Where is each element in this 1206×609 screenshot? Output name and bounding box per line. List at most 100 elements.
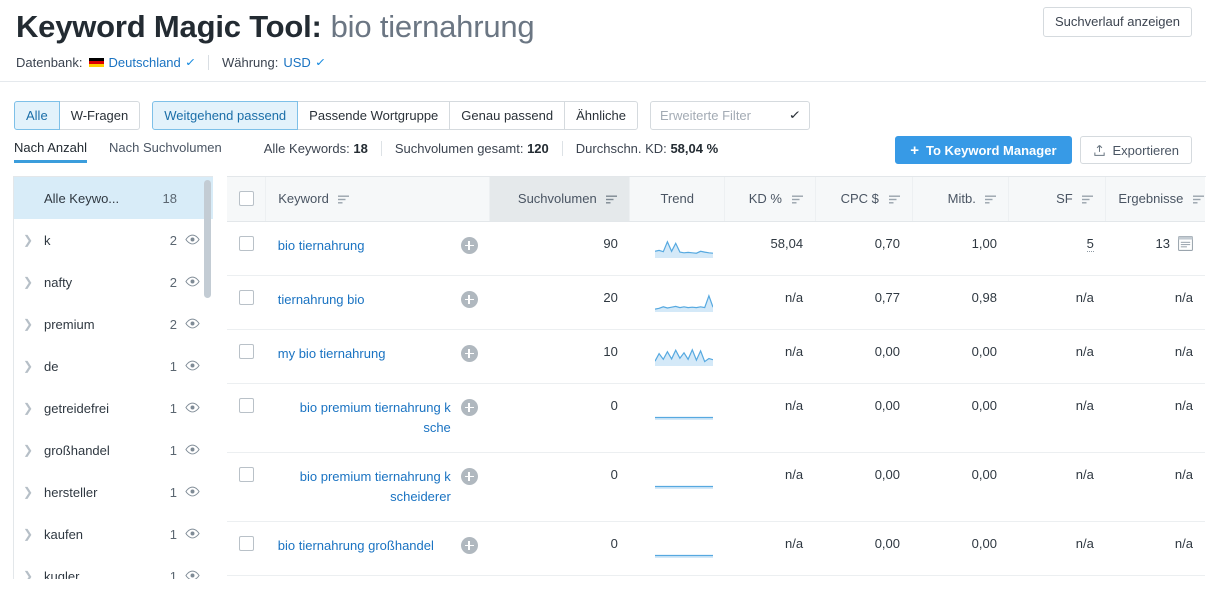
add-keyword-wrap[interactable]: [451, 344, 478, 365]
filter-genau-passend[interactable]: Genau passend: [449, 100, 566, 130]
cpc-cell: 0,00: [815, 383, 912, 453]
th-kd[interactable]: KD %: [724, 177, 816, 222]
sidebar-item-getreidefrei[interactable]: ❯ getreidefrei 1: [14, 387, 213, 429]
add-keyword-wrap[interactable]: [451, 236, 478, 257]
add-icon[interactable]: [460, 236, 478, 254]
sidebar-item-k[interactable]: ❯ k 2: [14, 219, 213, 261]
sf-value: n/a: [1075, 289, 1094, 305]
th-mitb[interactable]: Mitb.: [911, 177, 1009, 222]
currency-value[interactable]: USD: [283, 55, 310, 70]
table-row[interactable]: bio tiernahrung großhandel 0 n/a 0,00 0,00 n/…: [227, 521, 1205, 576]
row-checkbox[interactable]: [239, 289, 254, 305]
chevron-right-icon[interactable]: ❯: [14, 443, 42, 457]
results-value: n/a: [1174, 535, 1193, 551]
add-keyword-wrap[interactable]: [451, 467, 478, 488]
serp-report-icon[interactable]: [1178, 235, 1193, 251]
keyword-link[interactable]: bio tiernahrung großhandel: [278, 536, 434, 556]
chevron-right-icon[interactable]: ❯: [14, 527, 42, 541]
sidebar-item-kaufen[interactable]: ❯ kaufen 1: [14, 513, 213, 555]
export-button[interactable]: Exportieren: [1079, 136, 1192, 164]
table-row[interactable]: bio premium tiernahrung k scheiderer 0 n/a…: [227, 452, 1205, 522]
add-icon[interactable]: [460, 536, 478, 554]
currency-selector[interactable]: Währung: USD ✓: [222, 55, 326, 70]
add-icon[interactable]: [460, 398, 478, 416]
add-keyword-wrap[interactable]: [451, 290, 478, 311]
th-cpc[interactable]: CPC $: [814, 177, 912, 222]
sidebar-item-premium[interactable]: ❯ premium 2: [14, 303, 213, 345]
tab-nach-anzahl[interactable]: Nach Anzahl: [14, 140, 87, 163]
add-keyword-wrap[interactable]: [451, 398, 478, 419]
table-row[interactable]: tiernahrung bio 20 n/a 0,77 0,98 n/a n/a: [227, 275, 1205, 330]
eye-icon[interactable]: [177, 485, 207, 500]
advanced-filters-select[interactable]: Erweiterte Filter ✓: [649, 100, 810, 130]
database-value[interactable]: Deutschland: [109, 55, 181, 70]
row-select-cell[interactable]: [227, 452, 266, 522]
competition-cell: 1,00: [912, 221, 1009, 276]
table-row[interactable]: bio premium tiernahrung k sche 0 n/a 0,00 0,…: [227, 383, 1205, 453]
sidebar-scrollbar-thumb[interactable]: [204, 180, 211, 298]
chevron-right-icon[interactable]: ❯: [14, 233, 42, 247]
chevron-right-icon[interactable]: ❯: [14, 569, 42, 579]
eye-icon[interactable]: [177, 317, 207, 332]
row-select-cell[interactable]: [227, 383, 266, 453]
th-ergebnisse[interactable]: Ergebnisse: [1105, 177, 1205, 222]
th-sf[interactable]: SF: [1008, 177, 1106, 222]
select-all-checkbox[interactable]: [238, 191, 254, 207]
sidebar-item-de[interactable]: ❯ de 1: [14, 345, 213, 387]
eye-icon[interactable]: [177, 275, 207, 290]
row-checkbox[interactable]: [239, 466, 254, 482]
eye-icon[interactable]: [177, 443, 207, 458]
chevron-right-icon[interactable]: ❯: [14, 401, 42, 415]
eye-icon[interactable]: [177, 359, 207, 374]
sidebar-item-kugler[interactable]: ❯ kugler 1: [14, 555, 213, 579]
sidebar-item-hersteller[interactable]: ❯ hersteller 1: [14, 471, 213, 513]
row-select-cell[interactable]: [227, 521, 266, 576]
to-keyword-manager-button[interactable]: + To Keyword Manager: [895, 136, 1072, 164]
filter-w-fragen[interactable]: W-Fragen: [58, 100, 141, 130]
keyword-link[interactable]: my bio tiernahrung: [278, 344, 386, 364]
add-icon[interactable]: [460, 467, 478, 485]
row-select-cell[interactable]: [227, 221, 266, 276]
row-checkbox[interactable]: [239, 397, 254, 413]
show-search-history-button[interactable]: Suchverlauf anzeigen: [1042, 7, 1192, 37]
add-keyword-wrap[interactable]: [451, 536, 478, 557]
eye-icon[interactable]: [177, 233, 207, 248]
tab-nach-suchvolumen[interactable]: Nach Suchvolumen: [109, 140, 222, 163]
filter-aehnliche[interactable]: Ähnliche: [564, 100, 638, 130]
keyword-link[interactable]: bio premium tiernahrung k scheiderer: [278, 467, 451, 507]
row-select-cell[interactable]: [227, 275, 266, 330]
th-trend: Trend: [629, 177, 725, 222]
sidebar-scrollbar[interactable]: [204, 180, 211, 576]
eye-icon[interactable]: [177, 527, 207, 542]
th-select-all[interactable]: [227, 177, 266, 222]
database-selector[interactable]: Datenbank: Deutschland ✓: [16, 55, 196, 70]
sidebar-item-nafty[interactable]: ❯ nafty 2: [14, 261, 213, 303]
keyword-link[interactable]: bio premium tiernahrung k sche: [278, 398, 451, 438]
sf-value[interactable]: 5: [1086, 235, 1094, 252]
add-icon[interactable]: [460, 344, 478, 362]
chevron-right-icon[interactable]: ❯: [14, 317, 42, 331]
th-keyword[interactable]: Keyword: [265, 177, 490, 222]
eye-icon[interactable]: [177, 569, 207, 579]
row-checkbox[interactable]: [239, 535, 254, 551]
filter-passende-wortgruppe[interactable]: Passende Wortgruppe: [297, 100, 451, 130]
table-row[interactable]: my bio tiernahrung 10 n/a 0,00 0,00 n/a n/a: [227, 329, 1205, 384]
filter-weitgehend-passend[interactable]: Weitgehend passend: [152, 100, 299, 130]
add-icon[interactable]: [460, 290, 478, 308]
row-checkbox[interactable]: [239, 235, 254, 251]
chevron-right-icon[interactable]: ❯: [14, 275, 42, 289]
keyword-link[interactable]: bio tiernahrung: [278, 236, 365, 256]
keyword-link[interactable]: tiernahrung bio: [278, 290, 365, 310]
eye-icon[interactable]: [177, 401, 207, 416]
chevron-right-icon[interactable]: ❯: [14, 359, 42, 373]
row-checkbox[interactable]: [239, 343, 254, 359]
meta-row: Datenbank: Deutschland ✓ Währung: USD ✓: [16, 55, 1190, 70]
sidebar-item-all-keywords[interactable]: Alle Keywo... 18: [14, 177, 213, 219]
th-suchvolumen[interactable]: Suchvolumen: [489, 177, 630, 222]
summary-stats: Alle Keywords: 18 Suchvolumen gesamt: 12…: [264, 134, 718, 156]
filter-alle[interactable]: Alle: [14, 100, 60, 130]
sidebar-item-großhandel[interactable]: ❯ großhandel 1: [14, 429, 213, 471]
row-select-cell[interactable]: [227, 329, 266, 384]
table-row[interactable]: bio tiernahrung 90 58,04 0,70 1,00 5 13: [227, 221, 1205, 276]
chevron-right-icon[interactable]: ❯: [14, 485, 42, 499]
